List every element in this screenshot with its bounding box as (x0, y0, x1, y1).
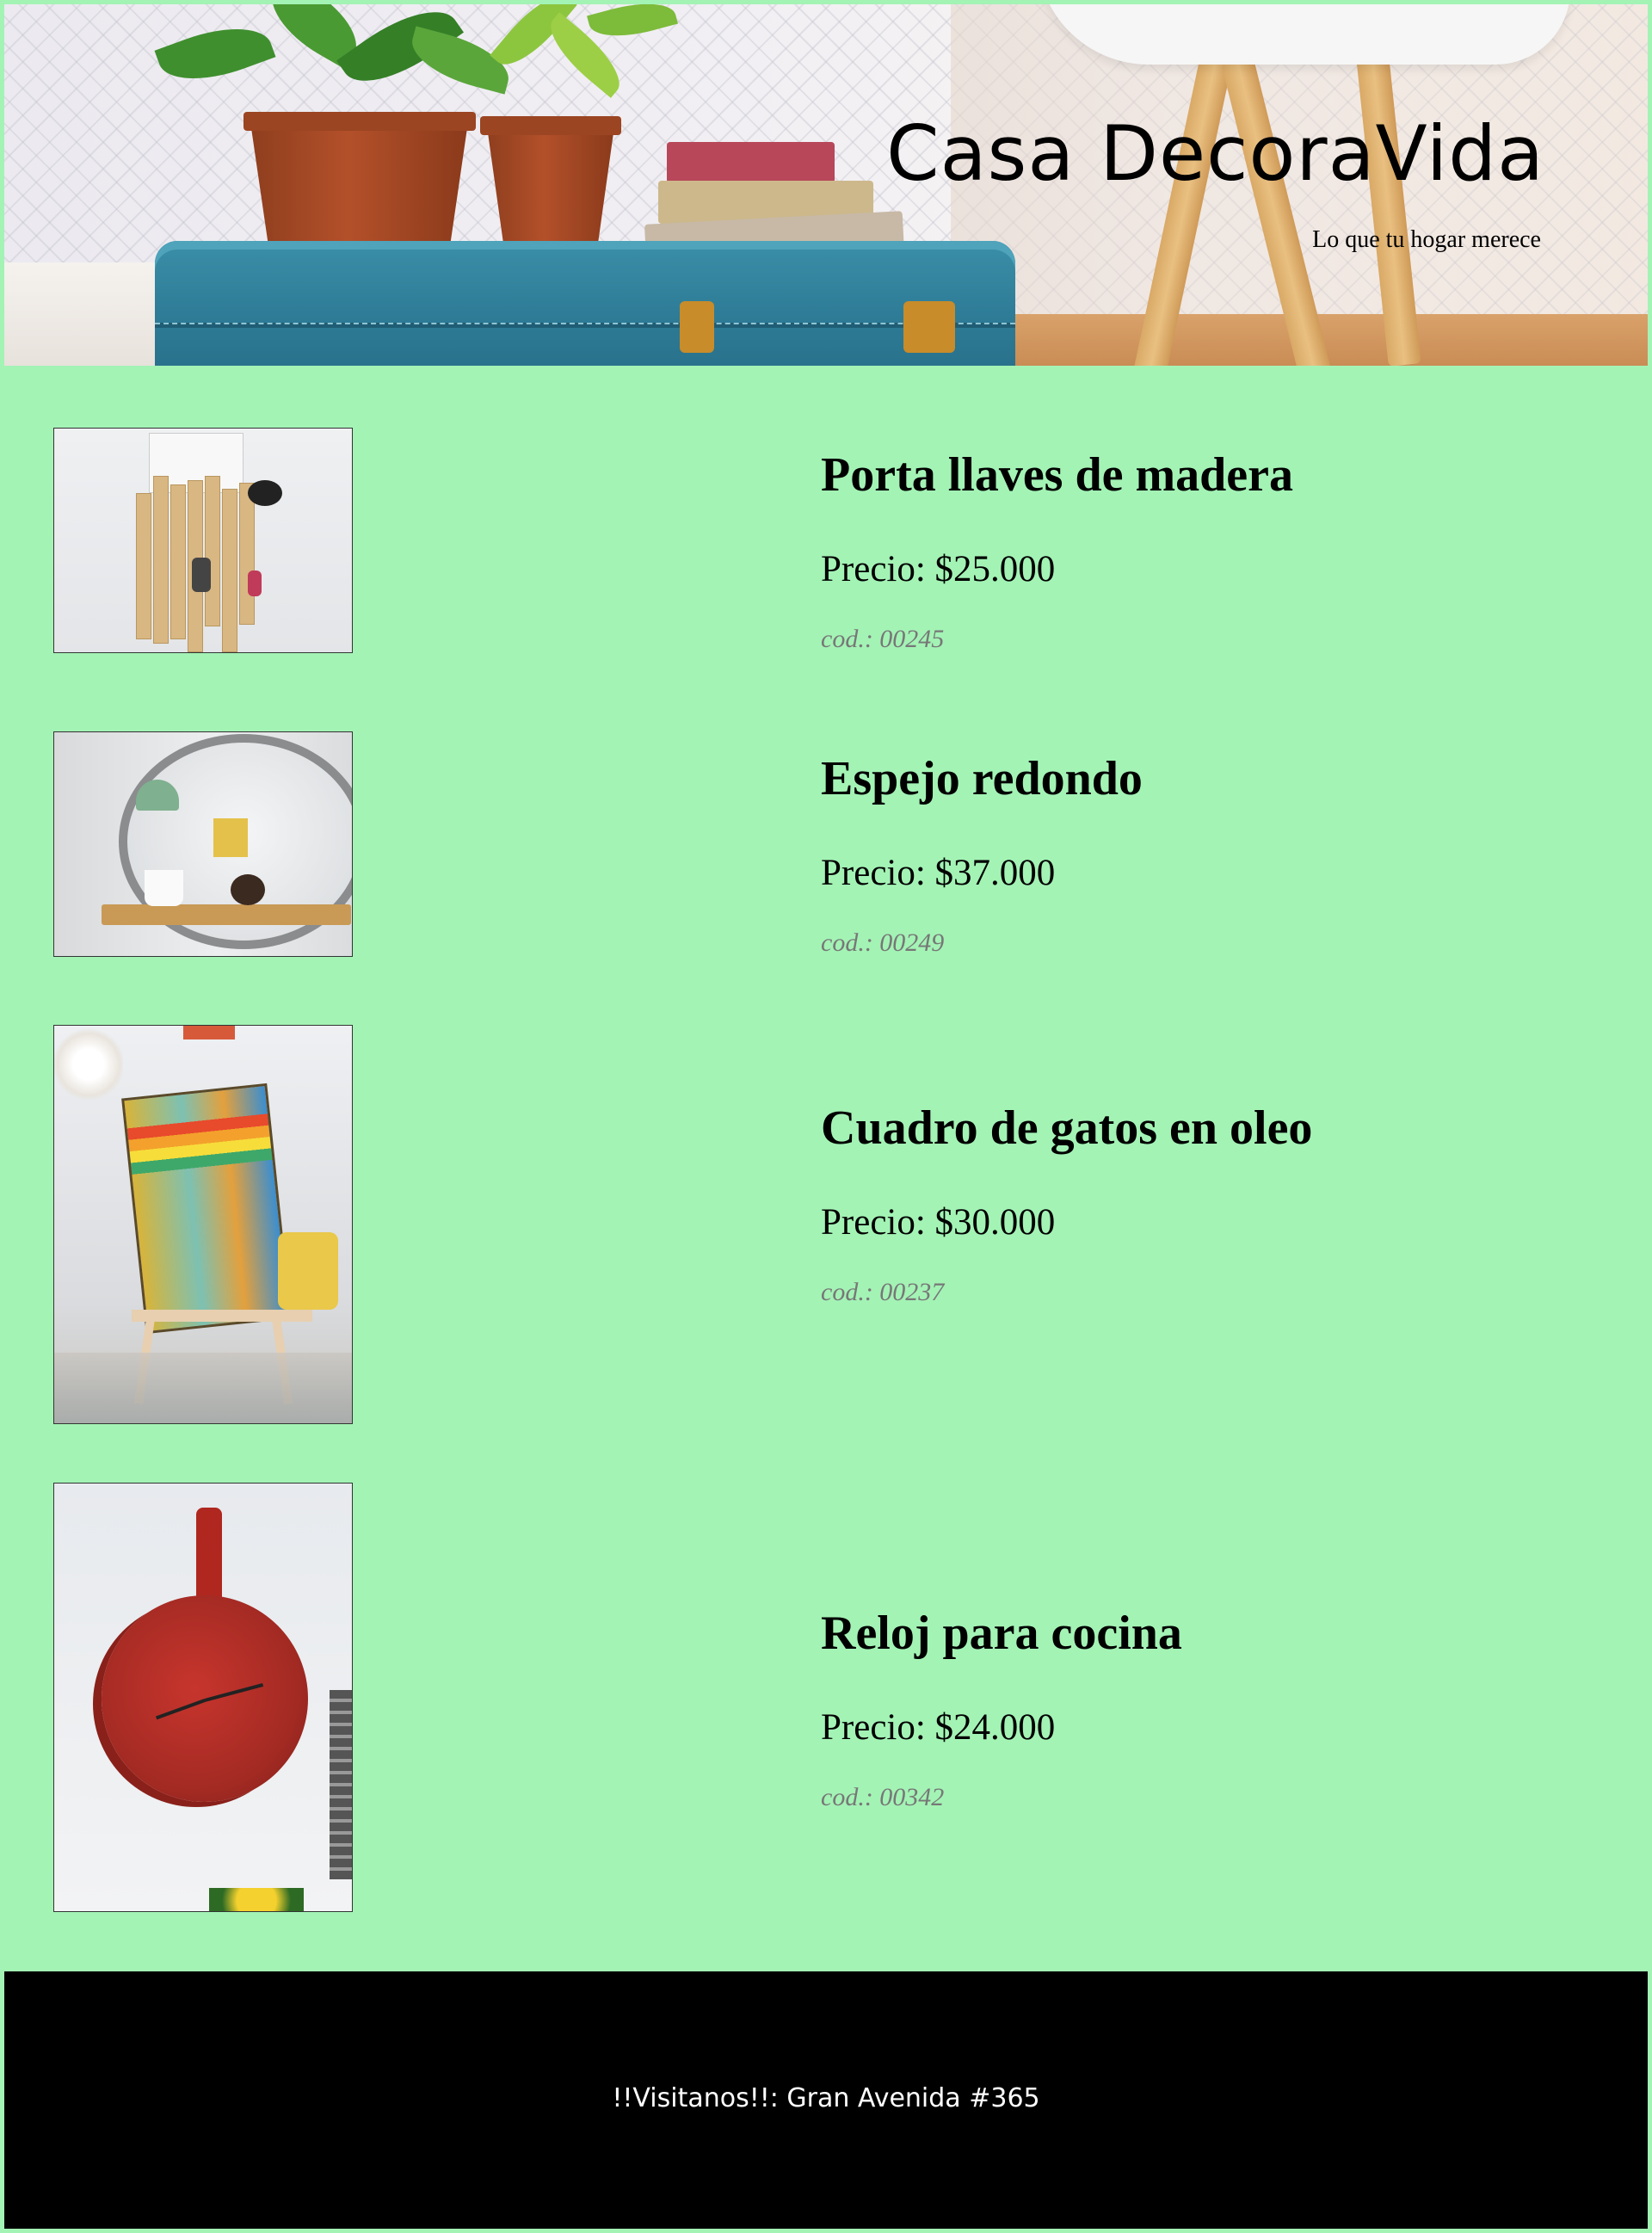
plant-leaf-icon (587, 4, 678, 46)
product-code: cod.: 00237 (821, 1278, 945, 1306)
round-mirror-image[interactable] (53, 731, 353, 957)
site-title: Casa DecoraVida (886, 109, 1544, 198)
suitcase-seam (155, 323, 1015, 328)
product-info: Porta llaves de madera Precio: $25.000 c… (821, 445, 1354, 655)
utensil-hooks (330, 1690, 352, 1879)
product-price: Precio: $24.000 (821, 1707, 1056, 1748)
product-info: Espejo redondo Precio: $37.000 cod.: 002… (821, 749, 1354, 959)
cat-painting-image[interactable] (53, 1025, 353, 1424)
product-price: Precio: $37.000 (821, 853, 1056, 893)
suitcase-latch (680, 301, 714, 353)
wall-picture (213, 818, 248, 857)
keys-icon (192, 558, 211, 592)
product-name: Cuadro de gatos en oleo (821, 1101, 1313, 1155)
easel (132, 1310, 312, 1322)
site-tagline: Lo que tu hogar merece (1312, 226, 1541, 253)
product-info: Reloj para cocina Precio: $24.000 cod.: … (821, 1603, 1354, 1813)
wall-art-edge (183, 1026, 235, 1039)
footer: !!Visitanos!!: Gran Avenida #365 (4, 1971, 1648, 2229)
product-name: Espejo redondo (821, 752, 1143, 805)
product-price: Precio: $30.000 (821, 1202, 1056, 1243)
flowers-icon (54, 1026, 123, 1103)
plant-leaf-icon (154, 12, 276, 96)
yellow-chair (278, 1232, 338, 1310)
blue-suitcase (155, 241, 1015, 366)
painting-canvas (121, 1083, 292, 1335)
product-price: Precio: $25.000 (821, 549, 1056, 589)
sunglasses-icon (248, 480, 282, 506)
wooden-shelf (102, 904, 351, 925)
product-code: cod.: 00342 (821, 1783, 945, 1811)
header-banner: Casa DecoraVida Lo que tu hogar merece (4, 4, 1648, 366)
flowers-icon (209, 1888, 304, 1911)
product-code: cod.: 00245 (821, 625, 945, 653)
plant-pot-rim (480, 116, 621, 135)
plant-pot-rim (243, 112, 476, 131)
product-name: Reloj para cocina (821, 1607, 1182, 1660)
footer-address: !!Visitanos!!: Gran Avenida #365 (612, 2083, 1040, 2113)
suitcase-latch (903, 301, 955, 353)
book-stack (667, 142, 835, 183)
glass-table (54, 1353, 352, 1423)
product-info: Cuadro de gatos en oleo Precio: $30.000 … (821, 1098, 1354, 1308)
plant-pot-small (486, 120, 615, 250)
product-name: Porta llaves de madera (821, 448, 1293, 502)
white-chair (1037, 4, 1570, 65)
keys-icon (248, 571, 262, 596)
white-pot (145, 870, 183, 906)
kitchen-clock-image[interactable] (53, 1483, 353, 1912)
product-code: cod.: 00249 (821, 928, 945, 957)
key-holder-image[interactable] (53, 428, 353, 653)
decor-figure (231, 874, 265, 905)
